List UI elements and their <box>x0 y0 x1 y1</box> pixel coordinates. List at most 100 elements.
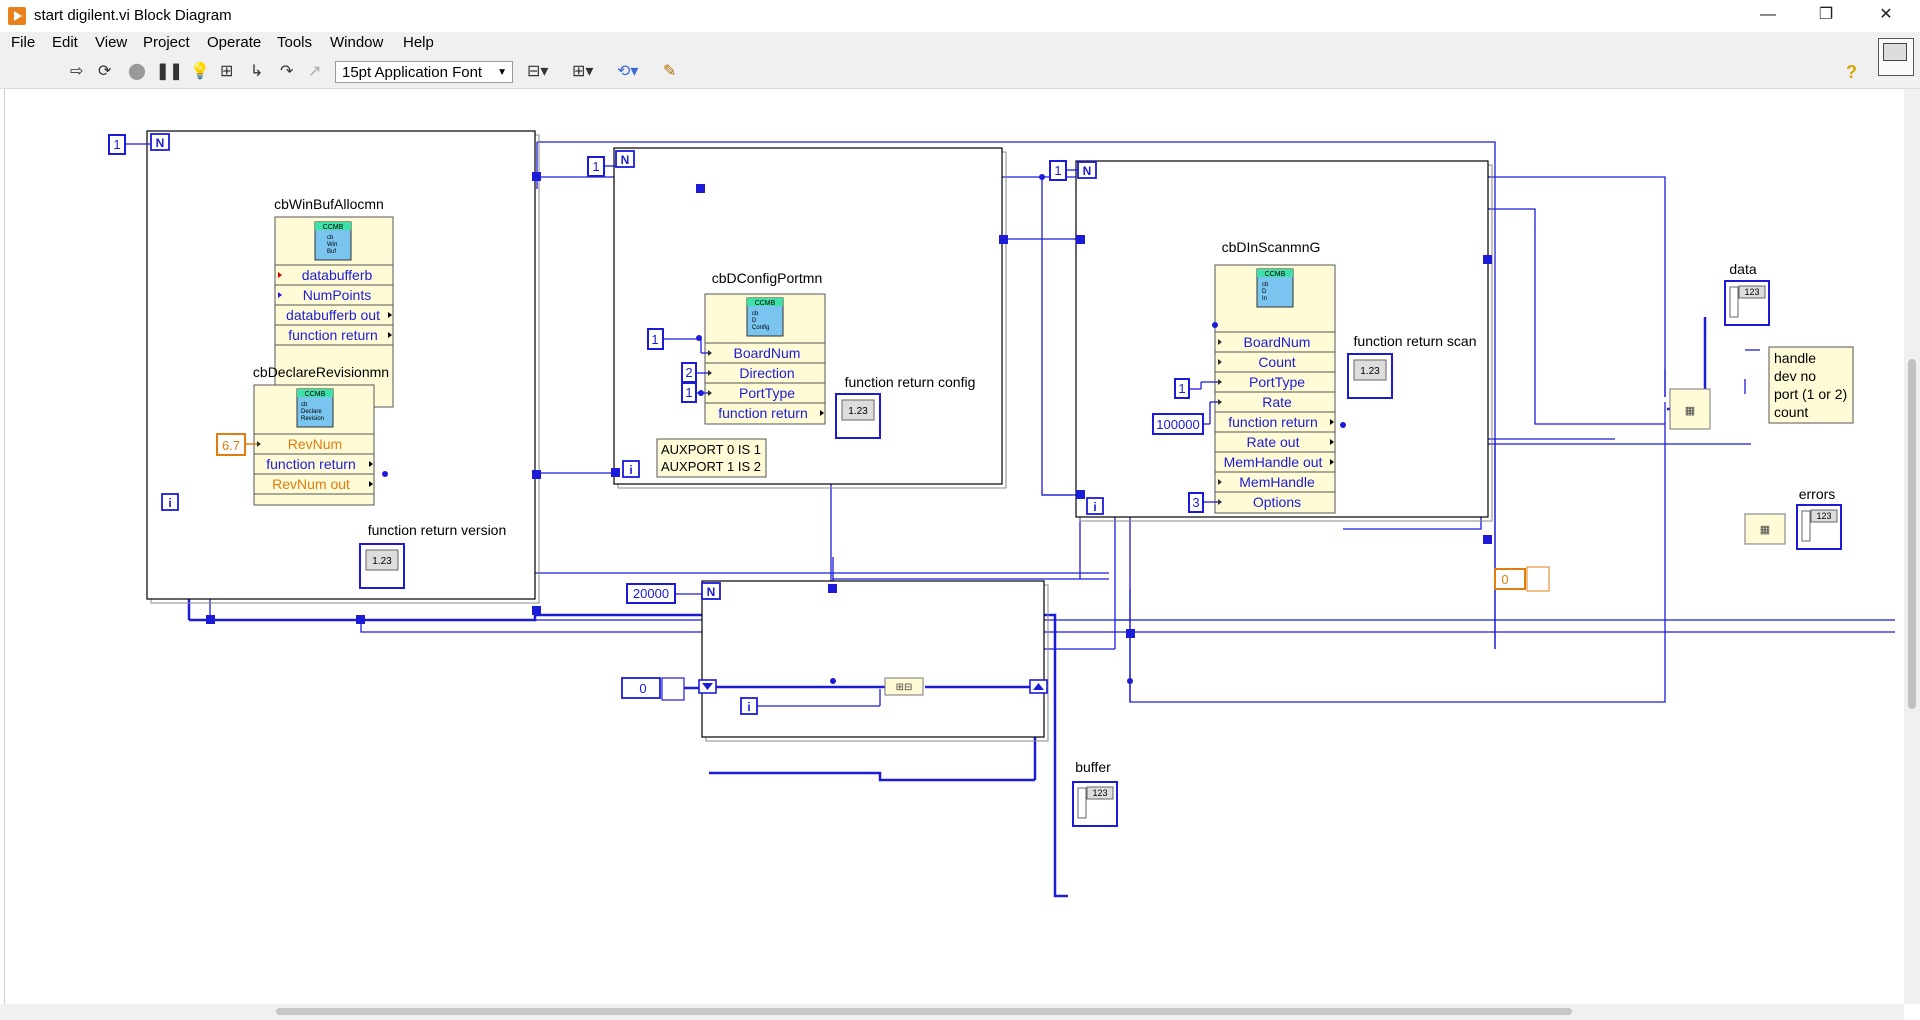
cluster-comment: handle dev no port (1 or 2) count <box>1768 346 1854 424</box>
label-function-return-config: function return config <box>845 374 976 390</box>
block-diagram: 1 N i 1 N i 1 N i 20000 N i ⊞⊟ 0 cbWinBu… <box>108 130 1895 898</box>
icon-line: Declare <box>301 409 322 415</box>
highlight-execution-icon[interactable]: 💡 <box>190 63 210 81</box>
vertical-scroll-thumb[interactable] <box>1908 359 1916 709</box>
chevron-down-icon: ▼ <box>497 67 507 78</box>
porttype-constant-scan: 1 <box>1178 381 1185 396</box>
run-continuously-icon[interactable]: ⟳ <box>98 63 111 81</box>
vertical-scrollbar[interactable] <box>1904 89 1920 1004</box>
menu-edit[interactable]: Edit <box>52 34 78 51</box>
abort-icon[interactable]: ⬤ <box>128 63 146 81</box>
subvi-title-declarerevision: cbDeclareRevisionmn <box>253 364 389 380</box>
aux-comment-line-2: AUXPORT 1 IS 2 <box>661 459 761 474</box>
errors-init-constant[interactable]: 0 <box>1494 566 1550 592</box>
cluster-comment-line-4: count <box>1774 404 1808 420</box>
ccmb-icon-text: CCMB <box>1265 271 1286 278</box>
clean-up-diagram-icon[interactable]: ✎ <box>663 63 676 81</box>
ccmb-icon-text: CCMB <box>323 224 344 231</box>
step-out-icon[interactable]: ↗ <box>308 63 321 81</box>
aux-comment-line-1: AUXPORT 0 IS 1 <box>661 442 761 457</box>
label-function-return-scan: function return scan <box>1354 333 1477 349</box>
options-constant: 3 <box>1192 495 1199 510</box>
icon-line: Win <box>327 242 337 248</box>
icon-line: Buf <box>327 249 336 255</box>
loop-count-constant-1: 1 <box>113 137 120 152</box>
bundle-icon: ▦ <box>1685 405 1695 417</box>
terminal-direction: Direction <box>739 365 794 381</box>
loop-i-terminal-4: i <box>747 700 750 714</box>
reorder-icon[interactable]: ⟲▾ <box>617 63 638 81</box>
terminal-databufferb-out: databufferb out <box>286 307 380 323</box>
distribute-objects-icon[interactable]: ⊞▾ <box>572 63 593 81</box>
indicator-buffer[interactable]: buffer 123 <box>1072 759 1118 827</box>
rate-constant: 100000 <box>1156 417 1199 432</box>
retain-wire-values-icon[interactable]: ⊞ <box>220 63 233 81</box>
labview-vi-icon <box>8 7 26 25</box>
restore-button[interactable]: ❐ <box>1798 0 1854 32</box>
horizontal-scroll-thumb[interactable] <box>276 1008 1572 1015</box>
label-buffer: buffer <box>1075 759 1111 775</box>
pause-icon[interactable]: ❚❚ <box>156 63 183 81</box>
subvi-title-dconfigport: cbDConfigPortmn <box>712 270 823 286</box>
subvi-title-dinscan: cbDInScanmnG <box>1222 239 1321 255</box>
terminal-count: Count <box>1258 354 1295 370</box>
terminal-porttype-scan: PortType <box>1249 374 1305 390</box>
font-dropdown[interactable]: 15pt Application Font ▼ <box>335 61 513 83</box>
porttype-constant-config: 1 <box>685 385 692 400</box>
minimize-button[interactable]: — <box>1740 0 1796 32</box>
connector-pane-icon[interactable] <box>1878 38 1914 76</box>
array-init-constant: 0 <box>639 681 646 696</box>
indicator-data[interactable]: data 123 <box>1724 261 1770 326</box>
menu-operate[interactable]: Operate <box>207 34 261 51</box>
icon-line: cb <box>327 235 334 241</box>
menu-tools[interactable]: Tools <box>277 34 312 51</box>
run-arrow-icon[interactable]: ⇨ <box>70 63 83 81</box>
terminal-function-return-config: function return <box>718 405 808 421</box>
align-objects-icon[interactable]: ⊟▾ <box>527 63 548 81</box>
terminal-options: Options <box>1253 494 1301 510</box>
step-into-icon[interactable]: ↳ <box>250 63 263 81</box>
indicator-errors[interactable]: errors 123 <box>1796 486 1842 550</box>
direction-constant: 2 <box>685 365 692 380</box>
loop-n-terminal-3: N <box>1083 164 1092 178</box>
menu-window[interactable]: Window <box>330 34 383 51</box>
label-errors: errors <box>1799 486 1836 502</box>
menu-bar: File Edit View Project Operate Tools Win… <box>0 32 1920 56</box>
loop-n-terminal-4: N <box>707 585 716 599</box>
terminal-memhandle-out: MemHandle out <box>1224 454 1323 470</box>
icon-line: cb <box>1262 282 1269 288</box>
block-diagram-canvas[interactable]: 1 N i 1 N i 1 N i 20000 N i ⊞⊟ 0 cbWinBu… <box>4 89 1901 1004</box>
loop-n-terminal-1: N <box>156 136 165 150</box>
close-button[interactable]: ✕ <box>1858 0 1914 32</box>
icon-line: In <box>1262 296 1267 302</box>
horizontal-scrollbar[interactable] <box>0 1004 1904 1020</box>
context-help-icon[interactable]: ? <box>1846 62 1857 83</box>
loop-i-terminal-2: i <box>629 463 632 477</box>
terminal-function-return-scan: function return <box>1228 414 1318 430</box>
terminal-rate: Rate <box>1262 394 1292 410</box>
font-dropdown-value: 15pt Application Font <box>342 64 483 81</box>
menu-view[interactable]: View <box>95 34 127 51</box>
loop-i-terminal-1: i <box>168 496 171 510</box>
menu-help[interactable]: Help <box>403 34 434 51</box>
icon-line: D <box>1262 289 1267 295</box>
ccmb-icon-text: CCMB <box>755 300 776 307</box>
revnum-constant: 6.7 <box>222 438 240 453</box>
title-bar: start digilent.vi Block Diagram — ❐ ✕ <box>0 0 1920 32</box>
terminal-function-return-revision: function return <box>266 456 356 472</box>
menu-file[interactable]: File <box>11 34 35 51</box>
cluster-comment-line-2: dev no <box>1774 368 1816 384</box>
numeric-indicator-icon: 1.23 <box>1360 366 1380 377</box>
numeric-indicator-icon: 1.23 <box>848 406 868 417</box>
menu-project[interactable]: Project <box>143 34 190 51</box>
array-indicator-icon: 123 <box>1816 511 1831 521</box>
terminal-boardnum-config: BoardNum <box>734 345 801 361</box>
build-array-errors[interactable]: ▦ <box>1744 513 1786 545</box>
loop-count-constant-3: 1 <box>1054 163 1061 178</box>
for-loop-4[interactable]: 20000 N i ⊞⊟ 0 <box>621 580 1049 742</box>
bundle-node-data[interactable]: ▦ <box>1669 388 1711 430</box>
icon-line: cb <box>752 311 759 317</box>
icon-line: D <box>752 318 757 324</box>
array-indicator-icon: 123 <box>1744 287 1759 297</box>
step-over-icon[interactable]: ↷ <box>280 63 293 81</box>
